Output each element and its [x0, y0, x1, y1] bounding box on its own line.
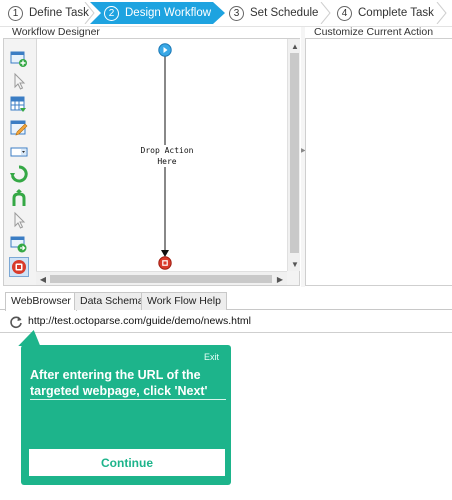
app-window: 1 Define Task 2 Design Workflow 3 Set Sc…	[0, 0, 452, 500]
tab-data-schema[interactable]: Data Schema	[74, 292, 150, 310]
step-complete-task[interactable]: 4 Complete Task	[337, 2, 434, 24]
vertical-scrollbar[interactable]: ▲ ▼	[287, 39, 300, 271]
exit-link[interactable]: Exit	[204, 352, 219, 362]
tooltip-message-line1: After entering the URL of the	[30, 368, 201, 382]
tooltip-message-line2: targeted webpage, click 'Next'	[30, 384, 208, 398]
drop-action-line2: Here	[157, 157, 177, 166]
step-set-schedule[interactable]: 3 Set Schedule	[229, 2, 318, 24]
bottom-tabbar: WebBrowser Data Schema Work Flow Help	[0, 290, 452, 311]
action-toolbox	[4, 39, 34, 285]
end-node-icon[interactable]	[158, 256, 172, 270]
workflow-canvas[interactable]: Drop Action Here	[36, 39, 287, 271]
tooltip-message: After entering the URL of the targeted w…	[30, 367, 226, 399]
drop-action-line1: Drop Action	[140, 146, 194, 155]
step-design-workflow[interactable]: 2 Design Workflow	[90, 2, 225, 24]
refresh-icon[interactable]	[9, 315, 23, 329]
scroll-thumb[interactable]	[50, 275, 272, 283]
guide-tooltip: Exit After entering the URL of the targe…	[21, 345, 231, 485]
url-field[interactable]: http://test.octoparse.com/guide/demo/new…	[28, 315, 251, 327]
step-label: Design Workflow	[125, 7, 212, 19]
branch-icon[interactable]	[9, 188, 29, 208]
workflow-designer-panel: Drop Action Here ▲ ▼ ◀ ▶	[3, 38, 300, 286]
tooltip-divider	[30, 399, 226, 400]
scroll-right-icon[interactable]: ▶	[274, 273, 286, 285]
address-bar: http://test.octoparse.com/guide/demo/new…	[0, 311, 452, 333]
scroll-up-icon[interactable]: ▲	[289, 40, 301, 52]
step-number: 1	[8, 5, 23, 21]
customize-action-panel	[305, 38, 452, 286]
loop-icon[interactable]	[9, 164, 29, 184]
step-label: Complete Task	[358, 7, 434, 19]
step-define-task[interactable]: 1 Define Task	[8, 2, 89, 24]
tab-workflow-help[interactable]: Work Flow Help	[141, 292, 227, 310]
drop-action-zone[interactable]: Drop Action Here	[132, 145, 202, 167]
add-page-icon[interactable]	[9, 49, 29, 69]
step-number: 4	[337, 5, 352, 21]
tab-webbrowser[interactable]: WebBrowser	[5, 292, 77, 311]
scroll-thumb[interactable]	[290, 53, 299, 253]
chevron-right-icon	[320, 2, 331, 24]
continue-button[interactable]: Continue	[29, 449, 225, 476]
pointer-icon[interactable]	[9, 71, 29, 91]
wizard-steps: 1 Define Task 2 Design Workflow 3 Set Sc…	[0, 0, 452, 27]
step-number: 3	[229, 5, 244, 21]
step-label: Set Schedule	[250, 7, 319, 19]
step-number: 2	[104, 5, 119, 21]
scroll-left-icon[interactable]: ◀	[37, 273, 49, 285]
step-label: Define Task	[29, 7, 89, 19]
dropdown-icon[interactable]	[9, 142, 29, 162]
stop-icon[interactable]	[9, 257, 29, 277]
if-condition-icon[interactable]	[9, 234, 29, 254]
horizontal-scrollbar[interactable]: ◀ ▶	[36, 271, 287, 285]
pointer-icon[interactable]	[9, 210, 29, 230]
extract-data-icon[interactable]	[9, 95, 29, 115]
enter-text-icon[interactable]	[9, 118, 29, 138]
start-node-icon[interactable]	[158, 43, 172, 57]
scroll-down-icon[interactable]: ▼	[289, 258, 301, 270]
chevron-right-icon	[436, 2, 447, 24]
